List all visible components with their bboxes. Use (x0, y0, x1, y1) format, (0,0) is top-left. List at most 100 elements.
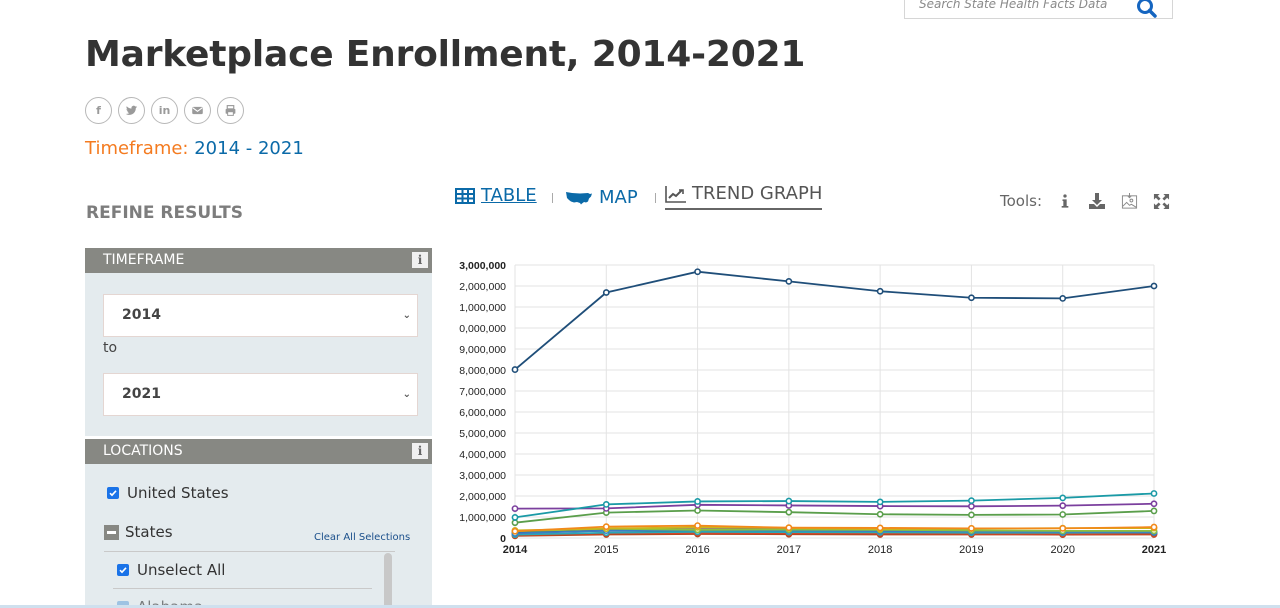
data-point-texas (968, 511, 975, 519)
divider (113, 588, 372, 589)
timeframe-from-select[interactable]: 2014 ⌄ (103, 294, 418, 337)
tab-map[interactable]: MAP (565, 187, 638, 208)
y-tick-label: 8,000,000 (459, 365, 506, 377)
tab-trend-graph[interactable]: TREND GRAPH (665, 183, 823, 210)
info-icon[interactable]: i (412, 443, 428, 459)
data-point-united-states (1059, 294, 1067, 302)
linkedin-share-button[interactable]: in (151, 97, 178, 124)
data-point-california (1059, 502, 1067, 510)
y-tick-label: 5,000,000 (459, 428, 506, 440)
trend-chart-svg: 01,000,0002,000,0003,000,0004,000,0005,0… (459, 260, 1166, 556)
x-tick-label: 2017 (777, 544, 801, 556)
timeframe-to-select[interactable]: 2021 ⌄ (103, 373, 418, 416)
x-tick-label: 2019 (959, 544, 983, 556)
location-united-states[interactable]: United States (107, 484, 229, 502)
print-button[interactable] (217, 97, 244, 124)
checkbox-checked[interactable] (117, 564, 129, 576)
page-title: Marketplace Enrollment, 2014-2021 (85, 34, 806, 75)
facebook-icon: f (96, 104, 101, 117)
data-point-california (1150, 500, 1158, 508)
tab-separator (655, 193, 656, 203)
divider (104, 551, 395, 552)
twitter-share-button[interactable] (118, 97, 145, 124)
tab-trend-graph-label: TREND GRAPH (692, 183, 823, 204)
data-point-united-states (876, 287, 884, 295)
unselect-all-label: Unselect All (137, 561, 226, 579)
timeframe-summary: Timeframe: 2014 - 2021 (85, 138, 304, 159)
search-input[interactable] (905, 0, 1125, 18)
data-point-georgia (511, 527, 519, 535)
data-point-georgia (785, 524, 793, 532)
data-point-florida (602, 500, 610, 508)
timeframe-panel-title: TIMEFRAME (103, 252, 185, 268)
data-point-texas (511, 519, 519, 527)
share-buttons: f in (85, 97, 244, 124)
tab-table-label: TABLE (481, 185, 537, 206)
data-point-united-states (511, 366, 519, 373)
timeframe-panel-header[interactable]: TIMEFRAME i (85, 248, 432, 273)
search-icon[interactable] (1136, 0, 1158, 19)
y-tick-label: 0,000,000 (459, 323, 506, 335)
data-point-california (968, 502, 975, 510)
y-tick-label: 1,000,000 (459, 512, 506, 524)
data-point-texas (694, 507, 701, 514)
data-point-florida (785, 497, 793, 505)
unselect-all-option[interactable]: Unselect All (117, 561, 225, 579)
info-icon[interactable]: i (412, 252, 428, 268)
data-point-texas (1150, 507, 1158, 515)
data-point-united-states (785, 277, 793, 285)
locations-panel-header[interactable]: LOCATIONS i (85, 439, 432, 464)
y-tick-label: 2,000,000 (459, 491, 506, 503)
data-point-texas (785, 508, 793, 516)
clear-all-selections-link[interactable]: Clear All Selections (314, 532, 410, 543)
refine-results-title: REFINE RESULTS (86, 203, 244, 223)
locations-panel-title: LOCATIONS (103, 443, 183, 459)
data-point-california (511, 505, 519, 512)
states-label: States (125, 523, 173, 541)
states-group-toggle[interactable]: States (104, 523, 173, 541)
trend-chart: 0 1,000,000 2,000,000 3,000,000 4,000,000 5,0… (440, 250, 1180, 570)
facebook-share-button[interactable]: f (85, 97, 112, 124)
data-point-united-states (602, 289, 610, 296)
data-point-florida (511, 514, 519, 521)
data-point-georgia (968, 524, 975, 532)
chevron-down-icon: ⌄ (402, 310, 411, 321)
save-image-icon[interactable] (1120, 192, 1138, 210)
data-point-florida (968, 497, 975, 505)
fullscreen-icon[interactable] (1152, 192, 1170, 210)
tools-bar: Tools: (1000, 192, 1170, 210)
data-point-texas (1059, 511, 1067, 518)
download-icon[interactable] (1088, 192, 1106, 210)
x-tick-label: 2020 (1050, 544, 1074, 556)
trend-graph-icon (665, 185, 686, 203)
email-share-button[interactable] (184, 97, 211, 124)
y-tick-label: 4,000,000 (459, 449, 506, 461)
y-tick-label: 1,000,000 (459, 302, 506, 314)
y-tick-label: 6,000,000 (459, 407, 506, 419)
checkbox-checked[interactable] (107, 487, 119, 499)
data-point-florida (876, 498, 884, 506)
data-point-florida (1150, 490, 1158, 497)
timeframe-from-value: 2014 (122, 307, 161, 323)
data-point-texas (876, 510, 884, 518)
data-point-united-states (694, 268, 701, 276)
states-list-scrollbar[interactable] (384, 553, 392, 608)
info-icon[interactable] (1056, 192, 1074, 210)
tab-table[interactable]: TABLE (455, 185, 537, 206)
search-box[interactable] (904, 0, 1173, 19)
tools-label: Tools: (1000, 192, 1043, 210)
data-point-georgia (1150, 523, 1158, 531)
timeframe-to-value: 2021 (122, 386, 161, 402)
table-icon (455, 187, 475, 204)
timeframe-value: 2014 - 2021 (194, 138, 304, 159)
linkedin-icon: in (158, 104, 171, 117)
data-point-georgia (1059, 524, 1067, 532)
timeframe-panel: 2014 ⌄ to 2021 ⌄ (85, 273, 432, 436)
y-tick-label: 3,000,000 (459, 470, 506, 482)
x-tick-label: 2014 (503, 544, 528, 556)
data-point-florida (1059, 494, 1067, 502)
y-tick-label: 2,000,000 (459, 281, 506, 293)
x-tick-label: 2015 (594, 544, 618, 556)
tab-separator (552, 193, 553, 203)
collapse-icon[interactable] (104, 524, 119, 540)
